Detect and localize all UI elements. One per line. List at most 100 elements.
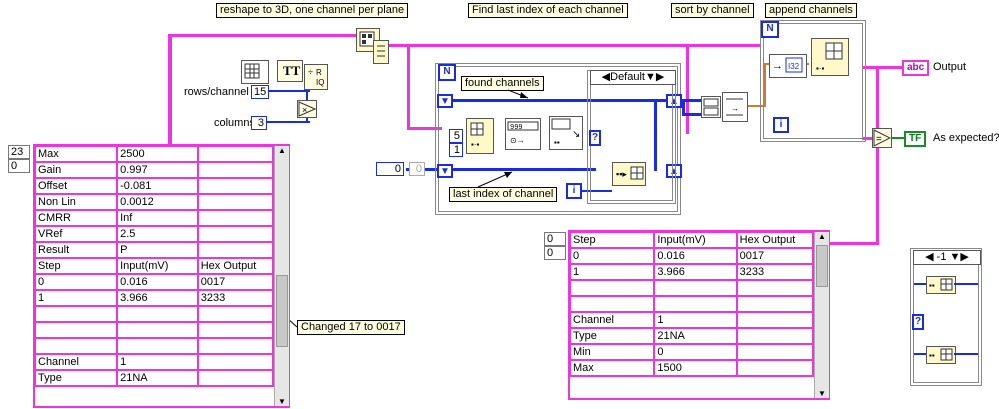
case-next-icon[interactable]: ▼▶	[645, 71, 664, 83]
table-cell[interactable]: 0	[33, 273, 119, 291]
build-array-small-1[interactable]: ▪▪	[926, 276, 956, 294]
table-cell[interactable]: Step	[568, 231, 656, 249]
table-cell[interactable]: 1	[33, 289, 119, 307]
left-array-index-col[interactable]: 0	[8, 159, 30, 173]
table-cell[interactable]: Result	[33, 241, 119, 259]
table-cell[interactable]: 0017	[196, 273, 275, 291]
table-cell[interactable]: 3233	[735, 263, 815, 281]
table-cell[interactable]	[116, 305, 199, 323]
table-cell[interactable]	[653, 279, 738, 297]
scroll-down-icon[interactable]: ▼	[815, 389, 829, 398]
table-cell[interactable]: P	[116, 241, 199, 259]
table-cell[interactable]: 1	[116, 353, 199, 371]
table-cell[interactable]	[196, 321, 275, 339]
table-cell[interactable]: 21NA	[116, 369, 199, 387]
table-cell[interactable]	[33, 321, 119, 339]
left-array-scrollbar[interactable]: ▲ ▼	[274, 146, 289, 406]
scroll-up-icon[interactable]: ▲	[815, 232, 829, 241]
table-cell[interactable]: 0017	[735, 247, 815, 265]
table-cell[interactable]: Type	[568, 327, 656, 345]
columns-input[interactable]: 3	[251, 116, 267, 130]
table-cell[interactable]: Hex Output	[196, 257, 275, 275]
table-cell[interactable]: 0	[653, 343, 738, 361]
right-array-scrollbar[interactable]: ▲ ▼	[814, 232, 829, 398]
table-cell[interactable]	[735, 311, 815, 329]
table-cell[interactable]: 1	[653, 311, 738, 329]
array-size-node[interactable]	[241, 60, 269, 84]
sort-1d-array-node[interactable]: →	[722, 92, 748, 122]
table-cell[interactable]	[196, 241, 275, 259]
right-array-index-row[interactable]: 0	[544, 232, 566, 246]
table-cell[interactable]: 2.5	[116, 225, 199, 243]
table-cell[interactable]: Step	[33, 257, 119, 275]
table-cell[interactable]: 1	[568, 263, 656, 281]
table-cell[interactable]	[196, 225, 275, 243]
build-array-node[interactable]: ▪▪▸	[612, 162, 646, 186]
reshape-array-node-2[interactable]	[373, 40, 389, 64]
table-cell[interactable]: Channel	[568, 311, 656, 329]
table-cell[interactable]	[196, 337, 275, 355]
table-cell[interactable]: 2500	[116, 145, 199, 163]
left-array-index-row[interactable]: 23	[8, 145, 30, 159]
table-cell[interactable]: 3233	[196, 289, 275, 307]
table-cell[interactable]	[196, 369, 275, 387]
table-cell[interactable]	[196, 193, 275, 211]
table-cell[interactable]: Offset	[33, 177, 119, 195]
table-cell[interactable]	[568, 279, 656, 297]
table-cell[interactable]: Channel	[33, 353, 119, 371]
table-cell[interactable]	[196, 305, 275, 323]
case-selector-terminal-small[interactable]: ?	[912, 314, 924, 330]
table-cell[interactable]: 0	[568, 247, 656, 265]
scan-from-string-node[interactable]: 999 ⊙→	[505, 118, 541, 150]
table-cell[interactable]	[196, 209, 275, 227]
table-cell[interactable]	[735, 295, 815, 313]
table-cell[interactable]: Type	[33, 369, 119, 387]
table-cell[interactable]: Input(mV)	[653, 231, 738, 249]
table-cell[interactable]	[735, 279, 815, 297]
shift-register-left-bottom[interactable]: ▼	[437, 164, 453, 178]
case-prev-icon[interactable]: ◀	[602, 71, 610, 83]
search-1d-array-node[interactable]: ↘ ▪▪	[549, 116, 583, 150]
table-cell[interactable]: CMRR	[33, 209, 119, 227]
table-cell[interactable]: 1500	[653, 359, 738, 377]
table-cell[interactable]	[196, 161, 275, 179]
const-1[interactable]: 1	[449, 143, 463, 157]
build-array-append-node[interactable]: ▪·▪	[811, 38, 849, 76]
index-array-append-node[interactable]: → I32	[769, 54, 807, 78]
shift-init-constant-2[interactable]: 0	[409, 162, 425, 176]
table-cell[interactable]: Gain	[33, 161, 119, 179]
shift-register-left-top[interactable]: ▼	[437, 94, 453, 108]
table-cell[interactable]	[568, 295, 656, 313]
scroll-thumb[interactable]	[276, 275, 288, 347]
table-cell[interactable]: 3.966	[653, 263, 738, 281]
multiply-node[interactable]: ×	[297, 100, 317, 118]
case-next-icon[interactable]: ▼▶	[950, 251, 969, 263]
table-cell[interactable]: 0.0012	[116, 193, 199, 211]
equal-compare-node[interactable]: =	[872, 128, 892, 148]
table-cell[interactable]: VRef	[33, 225, 119, 243]
scroll-up-icon[interactable]: ▲	[275, 146, 289, 155]
case-selector-terminal[interactable]: ?	[589, 130, 601, 146]
table-cell[interactable]: Max	[33, 145, 119, 163]
table-cell[interactable]: Hex Output	[735, 231, 815, 249]
shift-init-constant[interactable]: 0	[376, 162, 404, 176]
table-cell[interactable]: Max	[568, 359, 656, 377]
table-cell[interactable]: Inf	[116, 209, 199, 227]
table-cell[interactable]	[116, 337, 199, 355]
unbundle-node[interactable]	[701, 96, 721, 118]
scroll-thumb[interactable]	[816, 245, 828, 287]
table-cell[interactable]	[653, 295, 738, 313]
right-array-index-col[interactable]: 0	[544, 246, 566, 260]
transpose-node[interactable]: TT	[277, 60, 303, 82]
table-cell[interactable]: Min	[568, 343, 656, 361]
table-cell[interactable]	[735, 359, 815, 377]
table-cell[interactable]: Input(mV)	[116, 257, 199, 275]
rows-per-channel-input[interactable]: 15	[251, 85, 269, 99]
table-cell[interactable]: 0.016	[116, 273, 199, 291]
table-cell[interactable]	[196, 145, 275, 163]
table-cell[interactable]	[735, 343, 815, 361]
table-cell[interactable]: 3.966	[116, 289, 199, 307]
table-cell[interactable]: Non Lin	[33, 193, 119, 211]
table-cell[interactable]	[116, 321, 199, 339]
case-prev-icon[interactable]: ◀	[925, 251, 933, 263]
